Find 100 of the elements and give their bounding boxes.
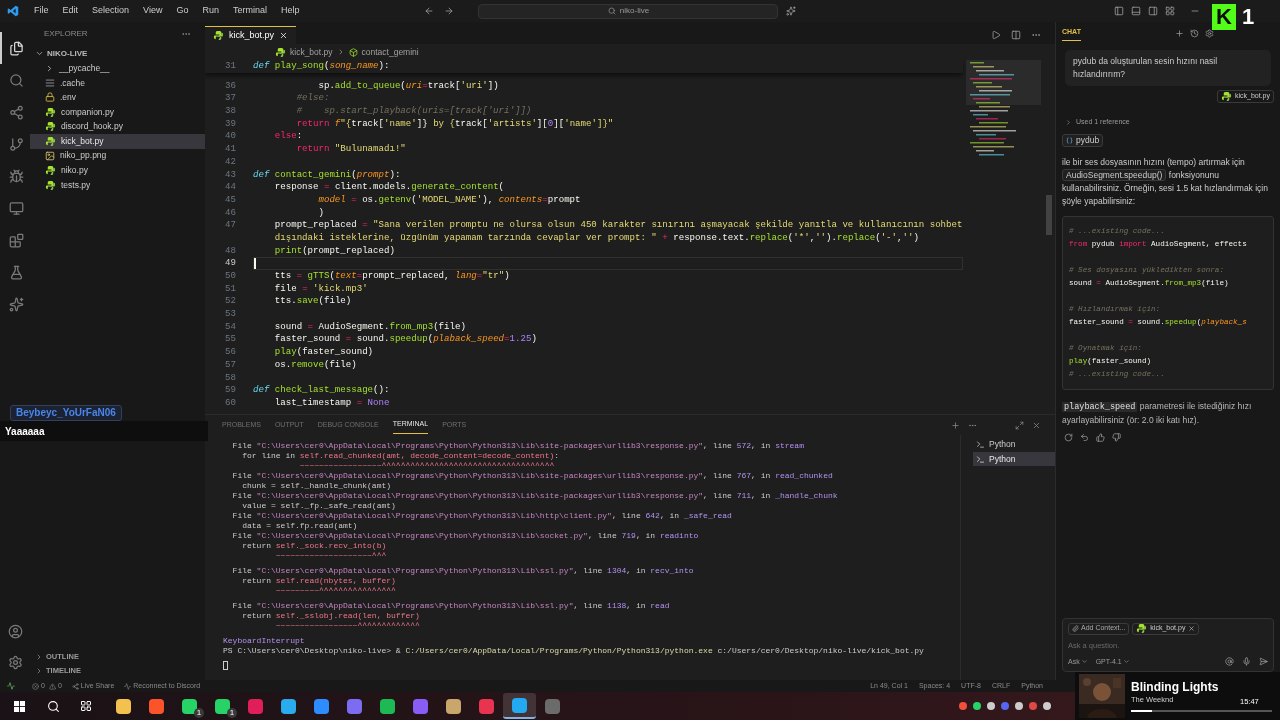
terminal-line: ~~~~~~~~~~~~~~~~~~~~^^^ (274, 551, 387, 560)
menu-item[interactable]: File (27, 4, 56, 18)
extensions-icon[interactable] (8, 232, 24, 248)
code-line: os.remove(file) (273, 358, 357, 372)
branch-icon[interactable] (8, 136, 24, 152)
terminal-icon (976, 454, 985, 464)
maximize-icon[interactable] (1015, 420, 1024, 430)
thumbs-down-icon[interactable] (1112, 432, 1121, 442)
forward-arrow-icon[interactable] (444, 6, 455, 16)
app-logo-icon[interactable] (7, 5, 19, 17)
mention-icon[interactable] (1225, 657, 1234, 667)
code-line: dışındaki isteklerine, üzgünüm yapamam tarzında cevaplar ver prompt: " + response.text.replace('*','').replace('-','') (273, 231, 919, 245)
sparkles-icon[interactable] (8, 296, 24, 312)
breadcrumb-item[interactable]: kick_bot.py (290, 45, 333, 59)
split-editor-icon[interactable] (1011, 30, 1021, 40)
explorer-item[interactable]: companion.py (30, 104, 205, 120)
symbol-link[interactable]: AudioSegment.speedup() (1062, 168, 1167, 181)
microphone-icon[interactable] (1242, 657, 1251, 667)
share-icon[interactable] (8, 104, 24, 120)
explorer-item[interactable]: tests.py (30, 177, 205, 193)
terminal-line: ~~~~~~~~~~~~~~~~~^^^^^^^^^^^^^ (274, 621, 420, 630)
python-file-icon (45, 164, 56, 176)
remote-icon (7, 682, 15, 690)
layout-icon[interactable] (1165, 6, 1175, 16)
taskbar-app[interactable]: 1 (206, 693, 239, 719)
code-line: response = client.models.generate_content( (273, 181, 505, 194)
line-number: 45 (224, 193, 237, 207)
terminal-list-item[interactable]: Python (973, 437, 1055, 451)
line-number: 58 (224, 371, 237, 385)
explorer-item[interactable]: discord_hook.py (30, 119, 205, 134)
back-arrow-icon[interactable] (424, 6, 435, 16)
scrollbar-thumb[interactable] (1046, 195, 1052, 235)
flask-icon[interactable] (8, 264, 24, 280)
line-number: 40 (224, 130, 237, 144)
panel-right-icon[interactable] (1148, 6, 1158, 16)
panel-bottom-icon[interactable] (1131, 6, 1141, 16)
breadcrumb-item[interactable]: contact_gemini (361, 45, 419, 59)
debug-icon[interactable] (8, 168, 24, 184)
menu-item[interactable]: View (136, 4, 170, 18)
warning-icon (48, 682, 56, 690)
menu-item[interactable]: Go (169, 4, 196, 18)
monitor-icon[interactable] (8, 200, 24, 216)
history-icon[interactable] (1190, 28, 1199, 38)
answer-text: ile bir ses dosyasının hızını (tempo) artırmak için AudioSegment.speedup() fonksiyonunu kullanabilirsiniz. Örneğin, sesi 1.5 kat hızlandırmak için şöyle yapabilirsiniz: (1062, 155, 1269, 208)
taskbar-app[interactable]: 1 (173, 693, 206, 719)
terminal-line: value = self._fp._safe_read(amt) (241, 501, 396, 510)
menu-item[interactable]: Run (195, 4, 226, 18)
terminal-line: chunk = self._handle_chunk(amt) (241, 481, 392, 490)
explorer-item[interactable]: .cache (30, 75, 205, 91)
menu-item[interactable]: Selection (85, 4, 137, 18)
command-center-text: niko-live (619, 5, 650, 17)
code-line: file = 'kick.mp3' (273, 282, 368, 296)
menu-item[interactable]: Terminal (225, 4, 274, 18)
terminal-line: File "C:\Users\cer0\AppData\Local\Programs\Python\Python313\Lib\http\client.py", line 642, in _safe_read (231, 511, 732, 520)
task-view-icon[interactable] (80, 700, 92, 712)
terminal-list-item[interactable]: Python (973, 452, 1055, 466)
retry-icon[interactable] (1064, 432, 1073, 442)
windows-logo-icon[interactable] (14, 700, 25, 712)
remove-icon[interactable] (1188, 625, 1196, 632)
terminal-line: KeyboardInterrupt (223, 636, 305, 645)
menu-item[interactable]: Edit (55, 4, 86, 18)
python-file-icon (45, 179, 56, 191)
code-line: def check_last_message(): (253, 384, 390, 397)
symbol-chip[interactable]: pydub (1062, 133, 1104, 147)
lock-icon (45, 92, 55, 103)
workspace-header[interactable]: NIKO-LIVE (30, 46, 205, 61)
explorer-item[interactable]: kick_bot.py (30, 133, 205, 149)
explorer-item[interactable]: __pycache__ (30, 61, 205, 76)
account-icon[interactable] (7, 624, 23, 639)
pulse-icon (124, 682, 132, 690)
search-icon (607, 7, 616, 15)
run-icon[interactable] (991, 30, 1001, 40)
menu-item[interactable]: Help (273, 4, 307, 18)
line-number: 53 (224, 308, 237, 321)
command-center-field[interactable]: niko-live (478, 3, 779, 19)
panel-left-icon[interactable] (1114, 6, 1124, 16)
explorer-item[interactable]: .env (30, 90, 205, 105)
line-number: 41 (224, 143, 237, 156)
terminal-line: data = self.fp.read(amt) (241, 521, 358, 530)
editor-tab[interactable]: kick_bot.py (205, 26, 297, 44)
undo-icon[interactable] (1080, 432, 1089, 442)
close-icon[interactable] (279, 31, 289, 40)
send-icon[interactable] (1259, 657, 1268, 667)
python-file-icon (1136, 623, 1148, 634)
thumbs-up-icon[interactable] (1096, 432, 1105, 442)
files-icon[interactable] (8, 40, 24, 56)
explorer-item[interactable]: niko_pp.png (30, 148, 205, 164)
search-icon[interactable] (47, 699, 60, 713)
line-number: 46 (224, 206, 237, 220)
new-terminal-icon[interactable] (951, 420, 960, 430)
code-line: return f"{track['name']} by {track['artists'][0]['name']}" (295, 117, 614, 131)
new-chat-icon[interactable] (1175, 28, 1184, 38)
terminal-line: File "C:\Users\cer0\AppData\Local\Programs\Python\Python313\Lib\site-packages\urllib3\response.py", line 711, in _handle_chunk (231, 491, 838, 500)
settings-icon[interactable] (1205, 28, 1214, 38)
line-number: 43 (224, 168, 237, 182)
terminal-line: ~~~~~~~~~~~~~~~~~^^^^^^^^^^^^^^^^^^^^^^^^^^^^^^^^^^^^ (298, 461, 555, 470)
terminal-cursor (223, 661, 228, 670)
taskbar-app[interactable] (503, 693, 536, 719)
explorer-item[interactable]: niko.py (30, 163, 205, 178)
sparkles-icon[interactable] (786, 6, 797, 16)
